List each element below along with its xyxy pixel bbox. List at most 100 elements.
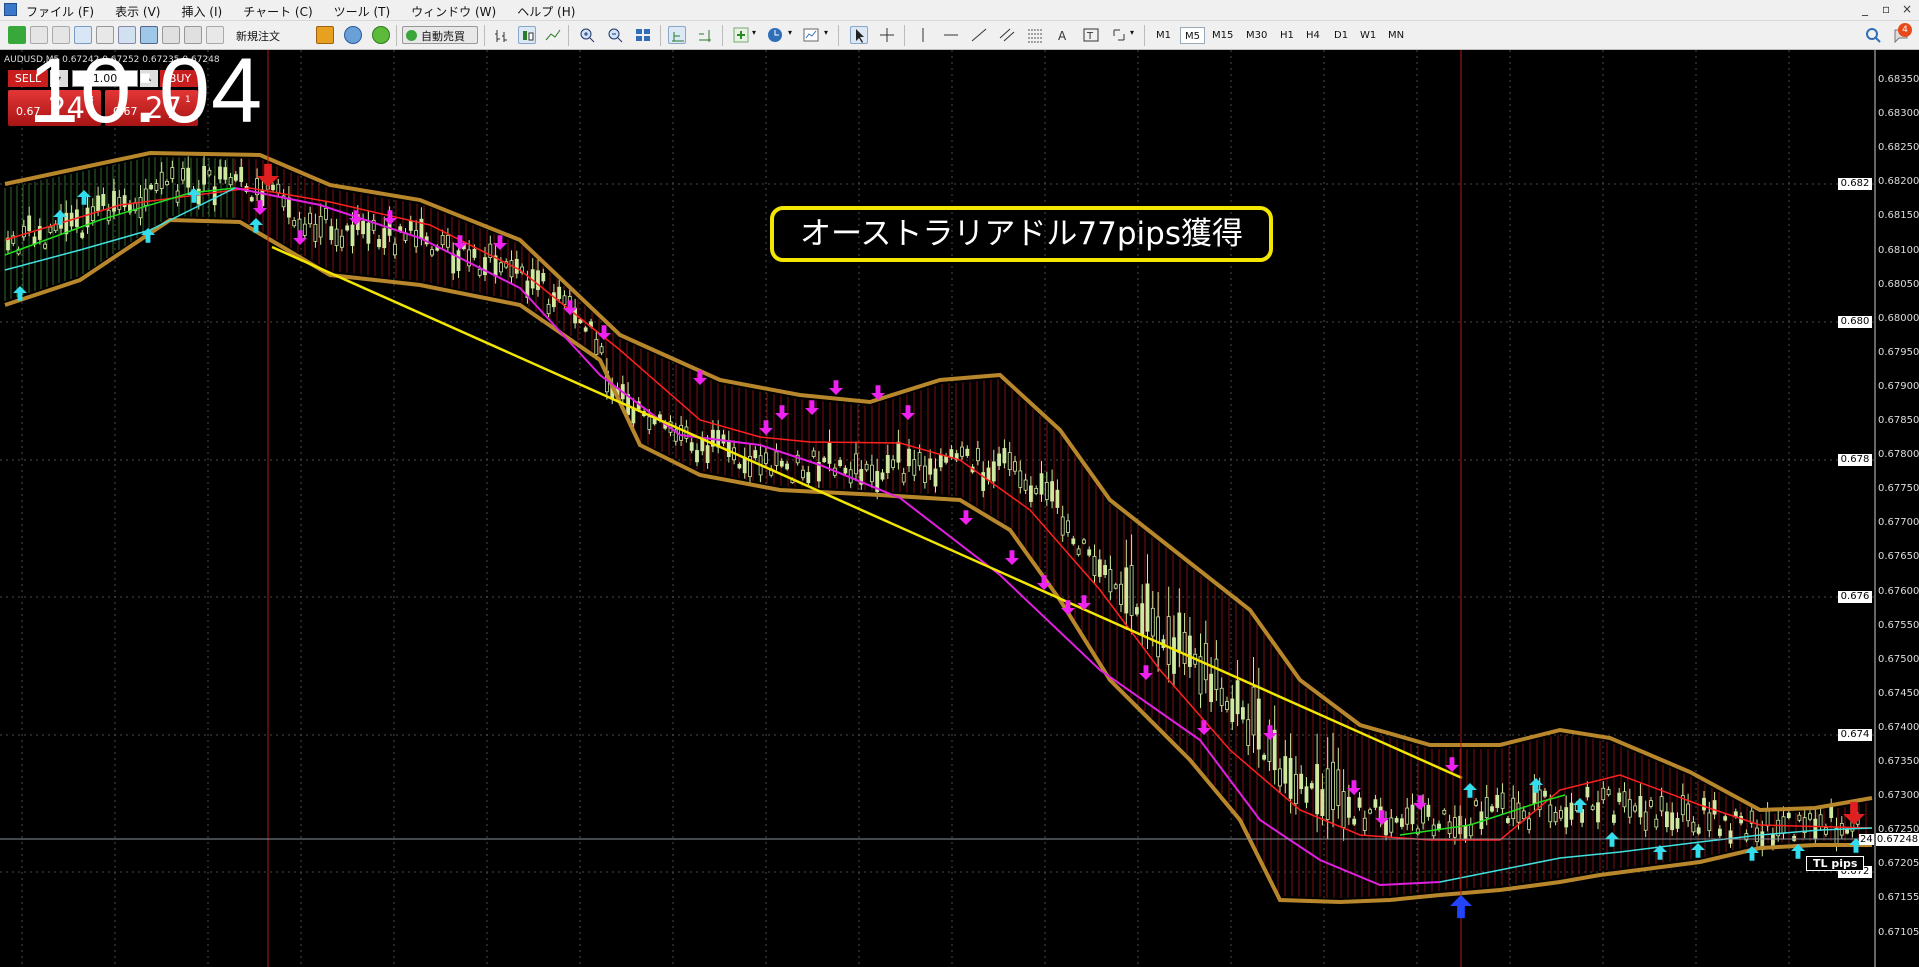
- candle-body: [1108, 569, 1113, 593]
- candle-body: [1331, 761, 1335, 810]
- line-chart-icon[interactable]: [544, 26, 562, 44]
- chart-canvas[interactable]: [0, 50, 1919, 967]
- candle-body: [933, 468, 938, 487]
- candle-body: [1172, 637, 1176, 674]
- candle-body: [1463, 825, 1468, 839]
- channel-icon[interactable]: [998, 26, 1016, 44]
- search-icon[interactable]: [1864, 26, 1882, 44]
- timeframe-m1[interactable]: M1: [1152, 27, 1175, 44]
- menu-item-0[interactable]: ファイル (F): [26, 3, 94, 20]
- timeframe-m5[interactable]: M5: [1180, 27, 1205, 44]
- price-chart[interactable]: AUDUSD,M5 0.67242 0.67252 0.67235 0.6724…: [0, 40, 1919, 967]
- menu-item-1[interactable]: 表示 (V): [115, 3, 160, 20]
- indicators-icon[interactable]: [732, 26, 750, 44]
- tile-windows-icon[interactable]: [634, 26, 652, 44]
- candle-body: [870, 464, 874, 483]
- indicators-dropdown-icon[interactable]: ▾: [752, 28, 756, 37]
- periods-icon[interactable]: [766, 26, 784, 44]
- menu-item-6[interactable]: ヘルプ (H): [517, 3, 575, 20]
- text-icon[interactable]: A: [1054, 26, 1072, 44]
- arrows-dropdown-icon[interactable]: ▾: [1130, 28, 1134, 37]
- horizontal-line-icon[interactable]: [942, 26, 960, 44]
- candle-body: [721, 434, 726, 444]
- candle-body: [1230, 698, 1235, 722]
- timeframe-h1[interactable]: H1: [1276, 27, 1298, 44]
- candle-body: [1596, 802, 1600, 823]
- signals-icon[interactable]: [344, 26, 362, 44]
- candle-body: [1092, 556, 1097, 576]
- candle-body: [1686, 803, 1690, 822]
- sell-signal-arrow: [959, 510, 973, 525]
- auto-scroll-icon[interactable]: [668, 26, 686, 44]
- restore-icon[interactable]: ▫: [1882, 2, 1890, 16]
- cursor-icon[interactable]: [850, 26, 868, 44]
- candle-body: [1166, 616, 1171, 665]
- notification-icon[interactable]: 4: [1892, 23, 1912, 44]
- red-moving-average: [4, 187, 1873, 841]
- minimize-icon[interactable]: _: [1862, 2, 1868, 16]
- close-icon[interactable]: ×: [1902, 2, 1912, 16]
- candle-body: [1516, 802, 1521, 823]
- vertical-line-icon[interactable]: [914, 26, 932, 44]
- candle-body: [965, 448, 970, 456]
- candle-body: [880, 472, 885, 480]
- candle-body: [1797, 814, 1802, 821]
- timeframe-mn[interactable]: MN: [1384, 27, 1408, 44]
- metaeditor-icon[interactable]: [316, 26, 334, 44]
- timeframe-h4[interactable]: H4: [1302, 27, 1324, 44]
- menu-item-2[interactable]: 挿入 (I): [181, 3, 222, 20]
- timeframe-d1[interactable]: D1: [1330, 27, 1352, 44]
- candle-body: [647, 416, 652, 430]
- trendline-icon[interactable]: [970, 26, 988, 44]
- candlestick-icon[interactable]: [518, 26, 536, 44]
- zoom-out-icon[interactable]: [606, 26, 624, 44]
- timeframe-m15[interactable]: M15: [1208, 27, 1237, 44]
- crosshair-icon[interactable]: [878, 26, 896, 44]
- menu-item-4[interactable]: ツール (T): [334, 3, 391, 20]
- candle-body: [801, 469, 805, 479]
- candle-body: [1320, 789, 1325, 817]
- toolbar-separator: [904, 25, 905, 46]
- autotrade-button[interactable]: 自動売買: [402, 26, 478, 44]
- sell-signal-arrow: [775, 405, 789, 420]
- templates-icon[interactable]: [802, 26, 820, 44]
- candle-body: [1654, 818, 1659, 828]
- candle-body: [546, 304, 551, 315]
- sell-signal-arrow: [1445, 757, 1459, 772]
- candle-body: [117, 196, 122, 210]
- timeframe-w1[interactable]: W1: [1356, 27, 1380, 44]
- candle-body: [1251, 686, 1256, 736]
- candle-body: [1029, 485, 1033, 502]
- candle-body: [1007, 452, 1012, 471]
- trendline: [271, 245, 1463, 780]
- candle-body: [652, 418, 657, 425]
- periods-dropdown-icon[interactable]: ▾: [788, 28, 792, 37]
- text-label-icon[interactable]: T: [1082, 26, 1100, 44]
- candle-body: [445, 234, 450, 248]
- fibonacci-icon[interactable]: [1026, 26, 1044, 44]
- candle-body: [392, 243, 397, 256]
- menu-item-3[interactable]: チャート (C): [243, 3, 312, 20]
- clock-overlay: 10:04: [28, 40, 264, 142]
- candle-body: [1225, 701, 1229, 710]
- candle-body: [1553, 812, 1558, 823]
- menu-item-5[interactable]: ウィンドウ (W): [411, 3, 496, 20]
- timeframe-m30[interactable]: M30: [1242, 27, 1271, 44]
- price-axis-label: 0.67450: [1878, 687, 1919, 699]
- candle-body: [1182, 632, 1187, 664]
- price-axis-label: 0.68350: [1878, 74, 1919, 85]
- app-icon: [4, 3, 17, 16]
- new-chart-icon[interactable]: [8, 26, 26, 44]
- chart-shift-icon[interactable]: [696, 26, 714, 44]
- candle-body: [1002, 448, 1007, 464]
- candle-body: [753, 450, 758, 459]
- arrows-icon[interactable]: [1110, 26, 1128, 44]
- zoom-in-icon[interactable]: [578, 26, 596, 44]
- candle-body: [1119, 583, 1123, 605]
- candle-body: [594, 339, 599, 355]
- market-icon[interactable]: [372, 26, 390, 44]
- bar-chart-icon[interactable]: [492, 26, 510, 44]
- candle-body: [440, 235, 445, 246]
- templates-dropdown-icon[interactable]: ▾: [824, 28, 828, 37]
- candle-body: [779, 460, 784, 467]
